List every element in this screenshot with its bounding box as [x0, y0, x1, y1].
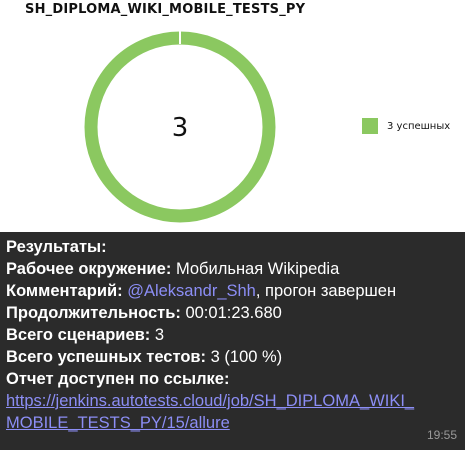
user-mention-link[interactable]: @Aleksandr_Shh: [127, 282, 256, 300]
environment-value: Мобильная Wikipedia: [171, 260, 340, 278]
chart-legend: 3 успешных: [362, 118, 450, 134]
legend-label-passed: 3 успешных: [387, 120, 451, 132]
comment-text: , прогон завершен: [255, 282, 397, 300]
message-body: Результаты: Рабочее окружение: Мобильная…: [0, 232, 465, 450]
report-link-part-2[interactable]: MOBILE_TESTS_PY/15/allure: [6, 414, 230, 432]
scenarios-label: Всего сценариев:: [6, 326, 151, 344]
environment-line: Рабочее окружение: Мобильная Wikipedia: [6, 258, 459, 280]
comment-label: Комментарий:: [6, 282, 123, 300]
report-link-line-2: MOBILE_TESTS_PY/15/allure: [6, 412, 459, 434]
allure-report-image[interactable]: SH_DIPLOMA_WIKI_MOBILE_TESTS_PY 3 3 успе…: [0, 0, 465, 232]
chart-center-value: 3: [172, 113, 189, 143]
comment-line: Комментарий: @Aleksandr_Shh, прогон заве…: [6, 280, 459, 302]
legend-swatch-passed: [362, 118, 378, 134]
duration-value: 00:01:23.680: [180, 304, 282, 322]
report-link-part-1[interactable]: https://jenkins.autotests.cloud/job/SH_D…: [6, 392, 414, 410]
duration-line: Продолжительность: 00:01:23.680: [6, 302, 459, 324]
passed-tests-line: Всего успешных тестов: 3 (100 %): [6, 346, 459, 368]
passed-tests-label: Всего успешных тестов:: [6, 348, 207, 366]
scenarios-line: Всего сценариев: 3: [6, 324, 459, 346]
environment-label: Рабочее окружение:: [6, 260, 172, 278]
donut-chart: 3: [84, 31, 276, 223]
duration-label: Продолжительность:: [6, 304, 181, 322]
results-heading: Результаты:: [6, 238, 107, 256]
message-timestamp: 19:55: [426, 428, 457, 442]
report-link-line-1: https://jenkins.autotests.cloud/job/SH_D…: [6, 390, 459, 412]
report-link-label: Отчет доступен по ссылке:: [6, 370, 230, 388]
scenarios-value: 3: [150, 326, 165, 344]
passed-tests-value: 3 (100 %): [206, 348, 283, 366]
